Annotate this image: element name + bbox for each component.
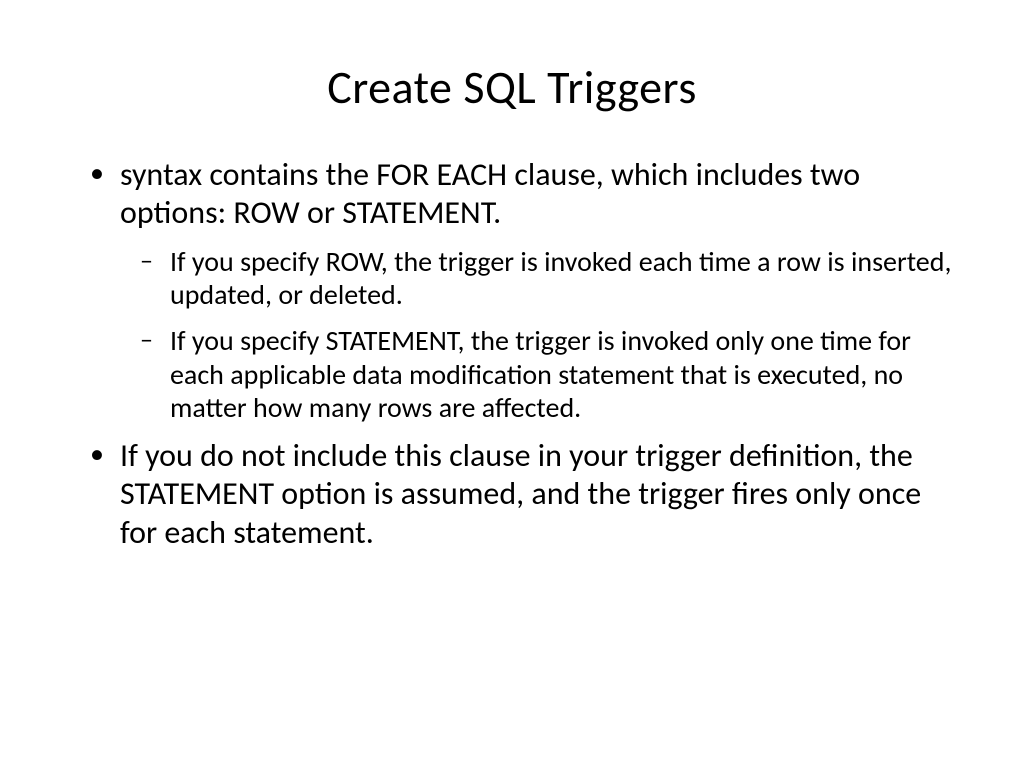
sub-bullet-item: If you specify STATEMENT, the trigger is… [170,324,954,425]
bullet-item: syntax contains the FOR EACH clause, whi… [120,156,954,425]
sub-bullet-text: If you specify ROW, the trigger is invok… [170,244,951,313]
slide-content: syntax contains the FOR EACH clause, whi… [70,156,954,552]
bullet-text: syntax contains the FOR EACH clause, whi… [120,155,860,232]
sub-bullet-text: If you specify STATEMENT, the trigger is… [170,323,911,425]
slide-title: Create SQL Triggers [70,60,954,116]
bullet-item: If you do not include this clause in you… [120,437,954,552]
bullet-list-level1: syntax contains the FOR EACH clause, whi… [80,156,954,552]
bullet-text: If you do not include this clause in you… [120,436,921,552]
bullet-list-level2: If you specify ROW, the trigger is invok… [120,245,954,425]
sub-bullet-item: If you specify ROW, the trigger is invok… [170,245,954,312]
